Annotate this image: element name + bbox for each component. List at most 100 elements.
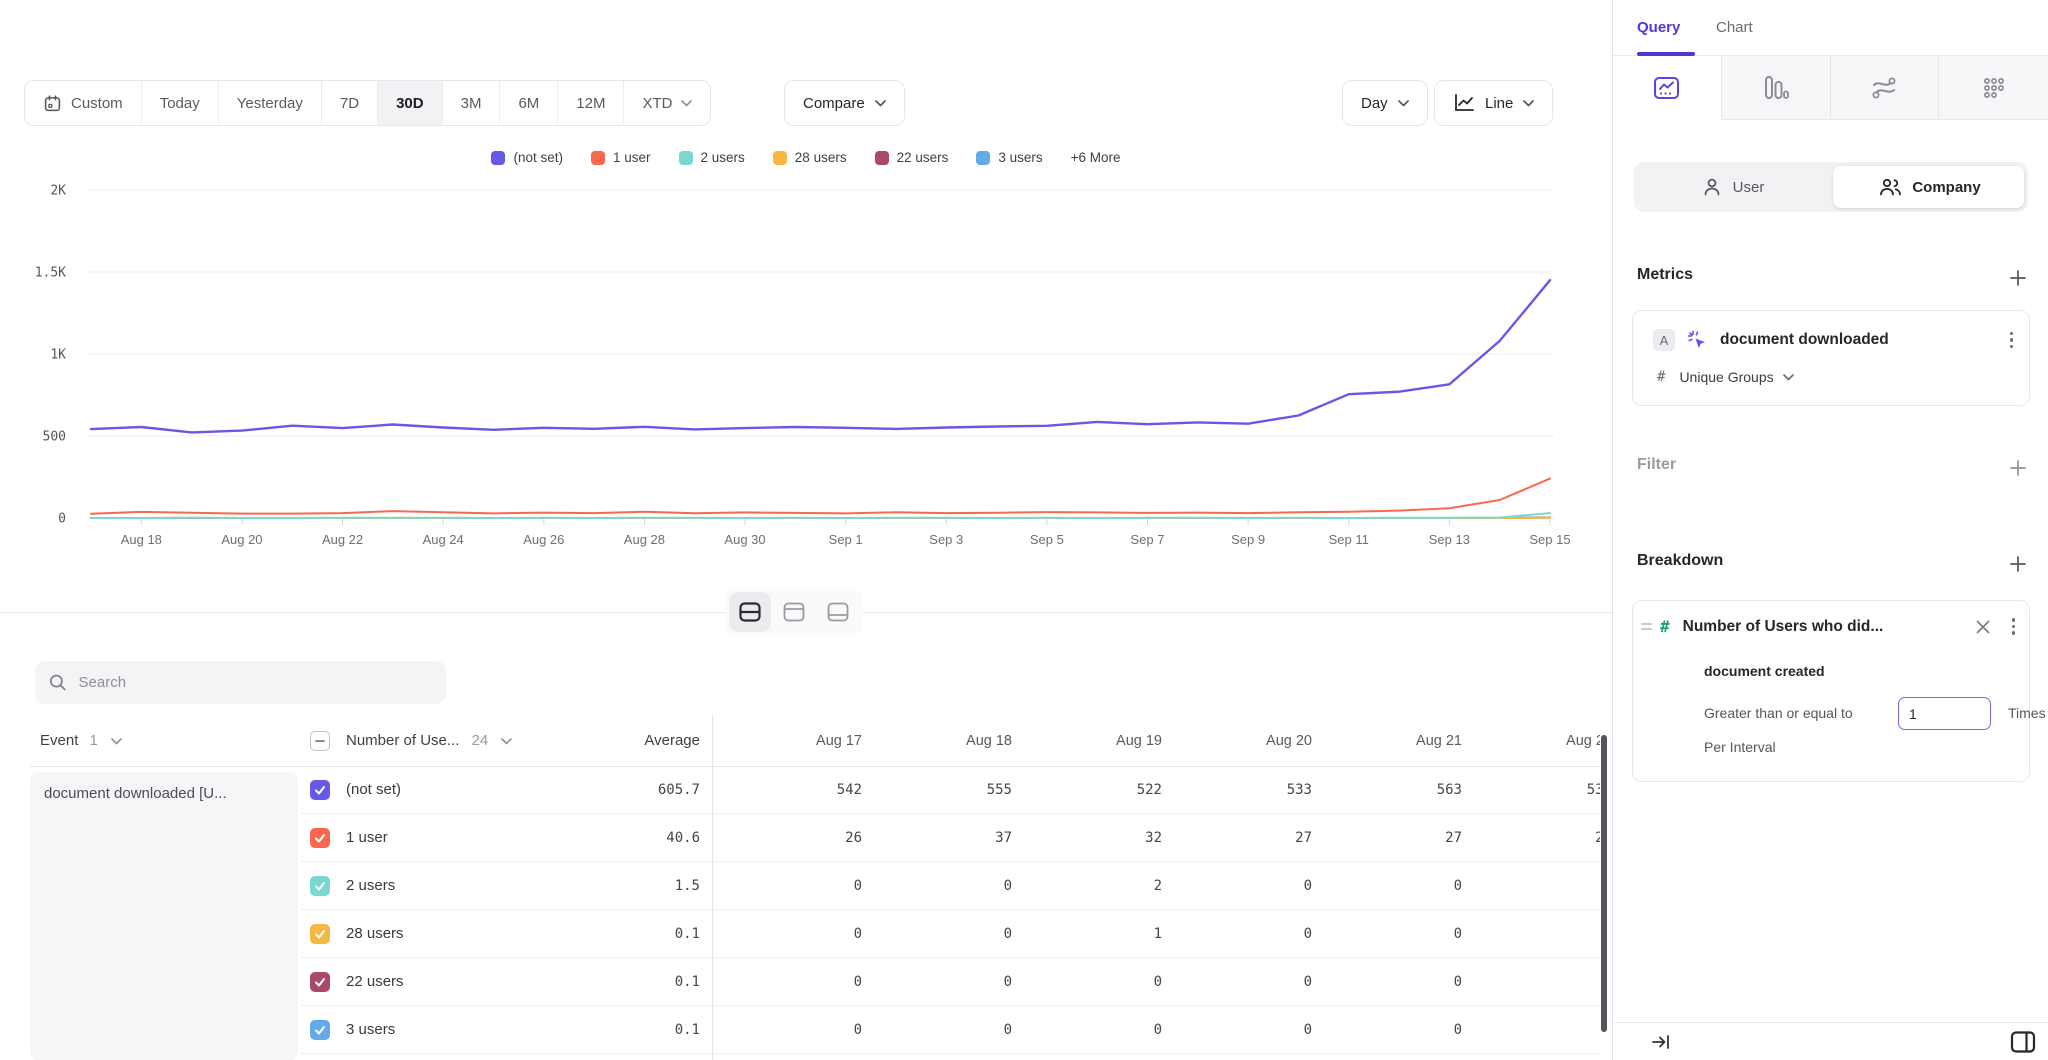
interval-label: Day: [1361, 95, 1388, 112]
x-axis-label: Sep 3: [929, 532, 963, 547]
legend-item[interactable]: 3 users: [976, 150, 1042, 165]
range-custom[interactable]: Custom: [25, 81, 142, 125]
filter-heading: Filter: [1637, 456, 1676, 474]
side-panel-icon[interactable]: [2010, 1030, 2036, 1054]
tab-query[interactable]: Query: [1637, 0, 1680, 56]
add-metric-button[interactable]: [2006, 266, 2030, 290]
chart-type-bar-tab[interactable]: [1722, 56, 1831, 120]
line-chart-icon: [1453, 93, 1475, 113]
drag-handle-icon[interactable]: [1641, 623, 1652, 630]
date-column-header: Aug 19: [1012, 716, 1162, 766]
legend-item[interactable]: 28 users: [773, 150, 847, 165]
breakdown-menu-button[interactable]: [2012, 618, 2016, 635]
metric-menu-button[interactable]: [2010, 332, 2014, 349]
interval-dropdown[interactable]: Day: [1342, 80, 1428, 126]
table-cell: 0: [862, 862, 1012, 910]
x-axis-label: Sep 5: [1030, 532, 1064, 547]
table-row[interactable]: 3 users0.1: [300, 1006, 712, 1054]
legend-swatch: [491, 151, 505, 165]
layout-table-only-button[interactable]: [817, 592, 859, 632]
event-column-header[interactable]: Event 1: [40, 716, 122, 766]
search-icon: [49, 673, 67, 692]
table-cell: 522: [1012, 766, 1162, 814]
scope-user-option[interactable]: User: [1634, 162, 1831, 212]
legend-more[interactable]: +6 More: [1071, 150, 1121, 165]
table-cell: 0: [862, 910, 1012, 958]
range-6m[interactable]: 6M: [500, 81, 558, 125]
x-axis-label: Sep 1: [829, 532, 863, 547]
chevron-down-icon: [1783, 374, 1794, 381]
layout-chart-only-button[interactable]: [773, 592, 815, 632]
row-checkbox[interactable]: [310, 972, 330, 992]
row-checkbox[interactable]: [310, 780, 330, 800]
legend-item[interactable]: (not set): [491, 150, 563, 165]
chart-type-more-tab[interactable]: [1939, 56, 2048, 120]
metric-card[interactable]: A document downloaded # Unique Groups: [1632, 310, 2030, 406]
range-3m[interactable]: 3M: [443, 81, 501, 125]
select-all-checkbox[interactable]: [310, 731, 330, 751]
query-panel: Query Chart User: [1612, 0, 2048, 1060]
range-30d[interactable]: 30D: [378, 81, 443, 125]
times-value-input[interactable]: [1898, 697, 1991, 730]
average-column-header: Average: [540, 716, 700, 766]
range-xtd[interactable]: XTD: [624, 81, 710, 125]
check-icon: [314, 833, 326, 844]
range-today[interactable]: Today: [142, 81, 219, 125]
top-pane-icon: [783, 602, 805, 622]
legend-label: 2 users: [701, 150, 745, 165]
row-checkbox[interactable]: [310, 828, 330, 848]
tab-chart[interactable]: Chart: [1716, 0, 1753, 56]
search-input[interactable]: [79, 674, 432, 691]
table-row[interactable]: 28 users0.1: [300, 910, 712, 958]
range-yesterday[interactable]: Yesterday: [219, 81, 322, 125]
table-row[interactable]: 1 user40.6: [300, 814, 712, 862]
scope-company-option[interactable]: Company: [1831, 162, 2028, 212]
breakdown-column-header[interactable]: Number of Use... 24: [346, 716, 512, 766]
y-axis-label: 1.5K: [35, 266, 66, 281]
table-scrollbar[interactable]: [1601, 735, 1607, 1032]
table-cell: 0: [1012, 958, 1162, 1006]
range-12m[interactable]: 12M: [558, 81, 624, 125]
table-cell: 0: [1462, 958, 1600, 1006]
table-cell: 0: [1312, 1006, 1462, 1054]
table-cell: 37: [862, 814, 1012, 862]
legend-swatch: [875, 151, 889, 165]
table-row[interactable]: (not set)605.7: [300, 766, 712, 814]
search-box[interactable]: [35, 661, 446, 704]
add-filter-button[interactable]: [2006, 456, 2030, 480]
chart-type-tabs: [1613, 56, 2048, 120]
row-checkbox[interactable]: [310, 1020, 330, 1040]
legend-item[interactable]: 22 users: [875, 150, 949, 165]
x-axis-label: Sep 13: [1429, 532, 1470, 547]
compare-button[interactable]: Compare: [784, 80, 905, 126]
table-dates-region[interactable]: Aug 17Aug 18Aug 19Aug 20Aug 21Aug 225425…: [712, 716, 1600, 1060]
chart-legend: (not set) 1 user 2 users 28 users 22 users 3 …: [0, 150, 1612, 165]
aggregation-dropdown[interactable]: Unique Groups: [1679, 369, 1793, 385]
range-7d[interactable]: 7D: [322, 81, 378, 125]
event-name-cell[interactable]: document downloaded [U...: [30, 772, 298, 1060]
date-column-header: Aug 17: [712, 716, 862, 766]
add-breakdown-button[interactable]: [2006, 552, 2030, 576]
active-tab-underline: [1637, 52, 1695, 56]
layout-split-button[interactable]: [729, 592, 771, 632]
table-row-values: 263732272729: [712, 814, 1600, 862]
line-chart[interactable]: 2K1.5K1K5000Aug 18Aug 20Aug 22Aug 24Aug …: [0, 170, 1612, 562]
chart-type-flow-tab[interactable]: [1831, 56, 1940, 120]
table-cell: 0: [862, 1006, 1012, 1054]
legend-item[interactable]: 2 users: [679, 150, 745, 165]
chart-type-dropdown[interactable]: Line: [1434, 80, 1553, 126]
table-row[interactable]: 2 users1.5: [300, 862, 712, 910]
row-average: 40.6: [666, 814, 700, 862]
date-header-row: Aug 17Aug 18Aug 19Aug 20Aug 21Aug 22: [712, 716, 1600, 766]
chart-type-line-tab[interactable]: [1613, 56, 1722, 120]
date-range-group: CustomTodayYesterday7D30D3M6M12MXTD: [24, 80, 711, 126]
table-row[interactable]: 22 users0.1: [300, 958, 712, 1006]
row-checkbox[interactable]: [310, 876, 330, 896]
table-cell: 29: [1462, 814, 1600, 862]
breakdown-card[interactable]: # Number of Users who did... document cr…: [1632, 600, 2030, 782]
grid-dots-icon: [1981, 75, 2007, 101]
legend-item[interactable]: 1 user: [591, 150, 651, 165]
close-icon[interactable]: [1976, 620, 1990, 634]
row-checkbox[interactable]: [310, 924, 330, 944]
collapse-panel-icon[interactable]: [1651, 1033, 1671, 1051]
